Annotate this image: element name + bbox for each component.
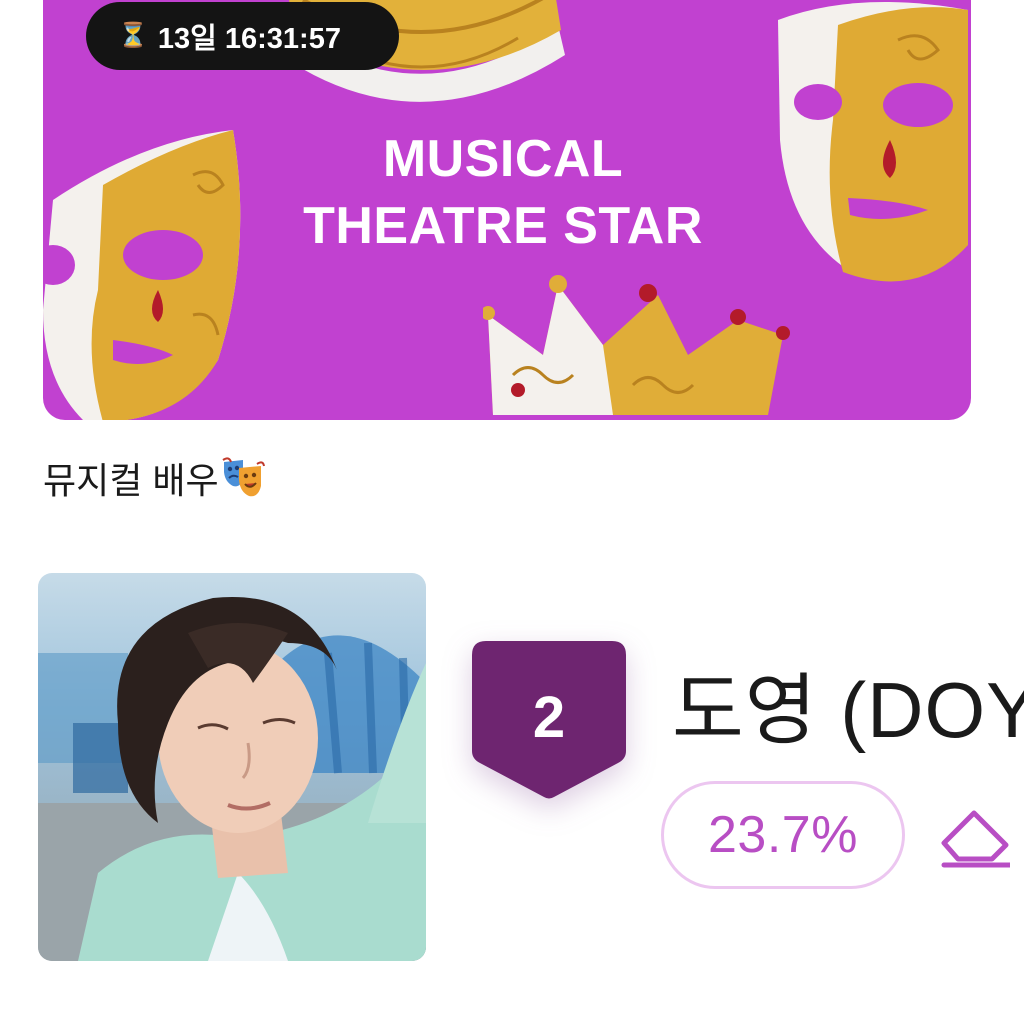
vote-percentage-badge: 23.7% xyxy=(661,781,905,889)
vote-percentage-text: 23.7% xyxy=(708,806,858,864)
banner-title-line1: MUSICAL xyxy=(382,130,624,188)
crown-decoration-bottom xyxy=(483,275,790,415)
banner-title-line2: THEATRE STAR xyxy=(303,197,703,255)
countdown-text: 13일 16:31:57 xyxy=(157,23,341,55)
performing-arts-icon xyxy=(222,457,265,497)
nominee-name: 도영 (DOY xyxy=(672,666,1024,754)
hourglass-icon: ⏳ xyxy=(118,22,148,49)
category-title: 뮤지컬 배우 xyxy=(43,452,265,504)
countdown-timer: ⏳ 13일 16:31:57 xyxy=(86,2,399,70)
category-label: 뮤지컬 배우 xyxy=(43,460,219,501)
rank-number: 2 xyxy=(532,685,566,750)
nominee-photo-illustration xyxy=(38,596,426,961)
eraser-icon[interactable] xyxy=(940,805,1010,869)
nominee-photo[interactable] xyxy=(38,573,426,961)
